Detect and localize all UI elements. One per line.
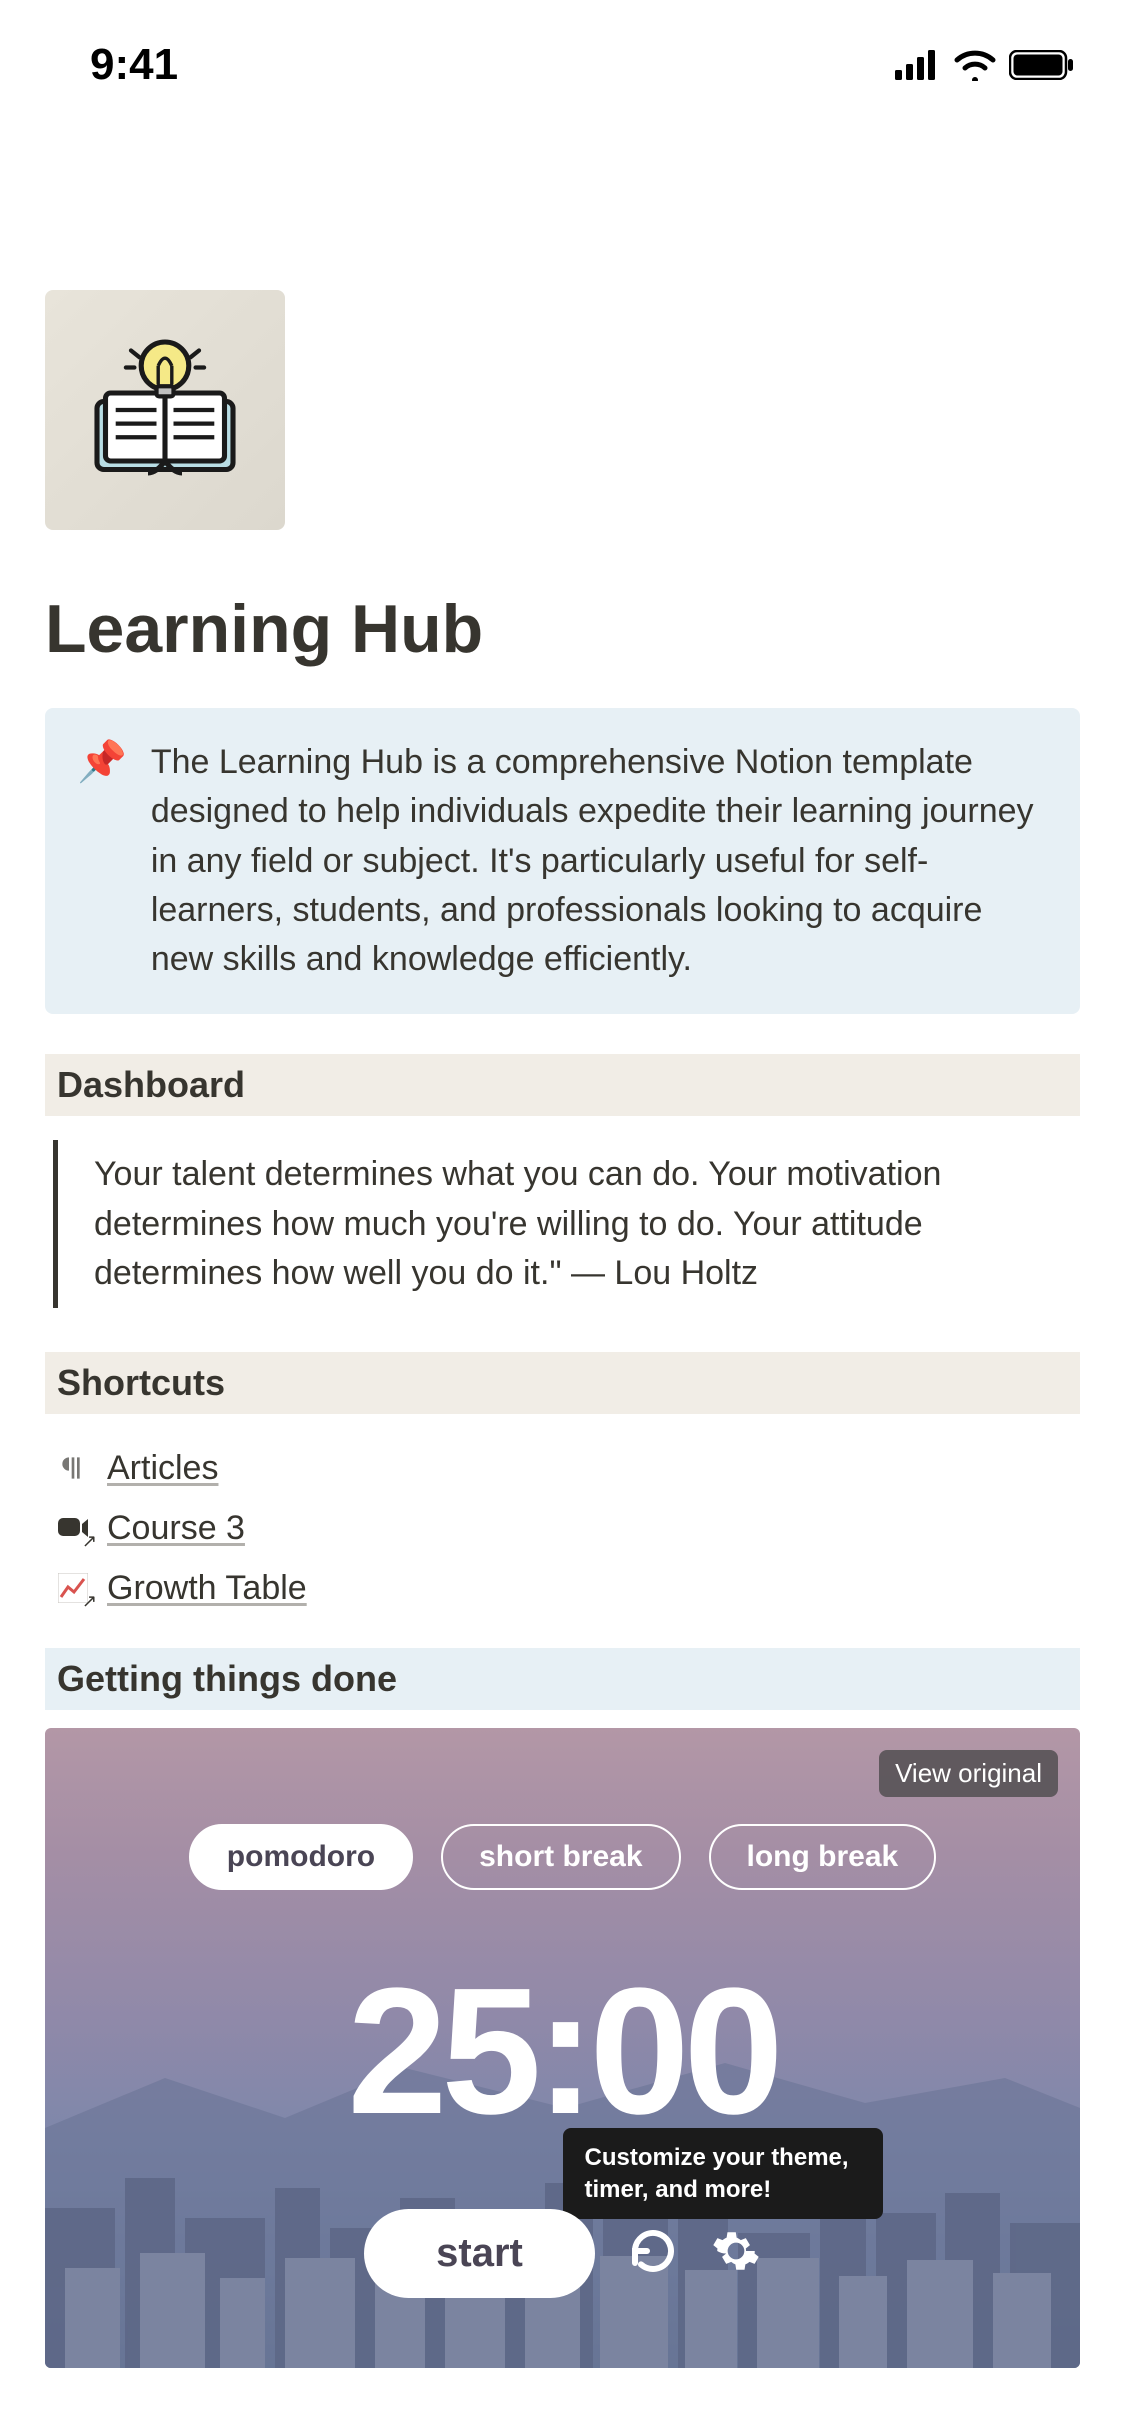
tab-pomodoro[interactable]: pomodoro	[189, 1824, 413, 1890]
video-icon: ↗	[53, 1508, 93, 1548]
pomodoro-widget[interactable]: View original pomodoro short break long …	[45, 1728, 1080, 2368]
shortcut-label: Course 3	[107, 1509, 245, 1548]
shortcut-growth-table[interactable]: ↗ Growth Table	[53, 1558, 1072, 1618]
paragraph-icon	[53, 1448, 93, 1488]
shortcut-articles[interactable]: Articles	[53, 1438, 1072, 1498]
view-original-button[interactable]: View original	[879, 1750, 1058, 1797]
book-lightbulb-icon	[80, 325, 250, 495]
timer-controls: start	[45, 2209, 1080, 2298]
callout-text: The Learning Hub is a comprehensive Noti…	[151, 738, 1048, 984]
shortcut-course-3[interactable]: ↗ Course 3	[53, 1498, 1072, 1558]
gear-icon[interactable]	[711, 2226, 761, 2281]
heading-shortcuts[interactable]: Shortcuts	[45, 1352, 1080, 1414]
cellular-icon	[895, 50, 941, 80]
quote-block[interactable]: Your talent determines what you can do. …	[53, 1140, 1072, 1308]
status-time: 9:41	[90, 40, 178, 90]
reset-icon[interactable]	[629, 2227, 677, 2280]
shortcut-label: Articles	[107, 1449, 218, 1488]
link-arrow-icon: ↗	[82, 1531, 97, 1552]
shortcuts-list: Articles ↗ Course 3 ↗ Growth Table	[45, 1432, 1080, 1648]
page-title[interactable]: Learning Hub	[45, 590, 1080, 668]
timer-display: 25:00	[45, 1948, 1080, 2155]
start-button[interactable]: start	[364, 2209, 595, 2298]
heading-gtd[interactable]: Getting things done	[45, 1648, 1080, 1710]
battery-icon	[1009, 50, 1075, 80]
heading-dashboard[interactable]: Dashboard	[45, 1054, 1080, 1116]
pin-icon: 📌	[77, 738, 127, 984]
tab-short-break[interactable]: short break	[441, 1824, 680, 1890]
shortcut-label: Growth Table	[107, 1569, 307, 1608]
wifi-icon	[953, 49, 997, 81]
status-indicators	[895, 49, 1075, 81]
callout[interactable]: 📌 The Learning Hub is a comprehensive No…	[45, 708, 1080, 1014]
status-bar: 9:41	[0, 0, 1125, 110]
page-icon[interactable]	[45, 290, 285, 530]
link-arrow-icon: ↗	[82, 1591, 97, 1612]
tab-long-break[interactable]: long break	[709, 1824, 937, 1890]
timer-tabs: pomodoro short break long break	[45, 1824, 1080, 1890]
settings-tooltip: Customize your theme, timer, and more!	[563, 2128, 883, 2218]
chart-icon: ↗	[53, 1568, 93, 1608]
